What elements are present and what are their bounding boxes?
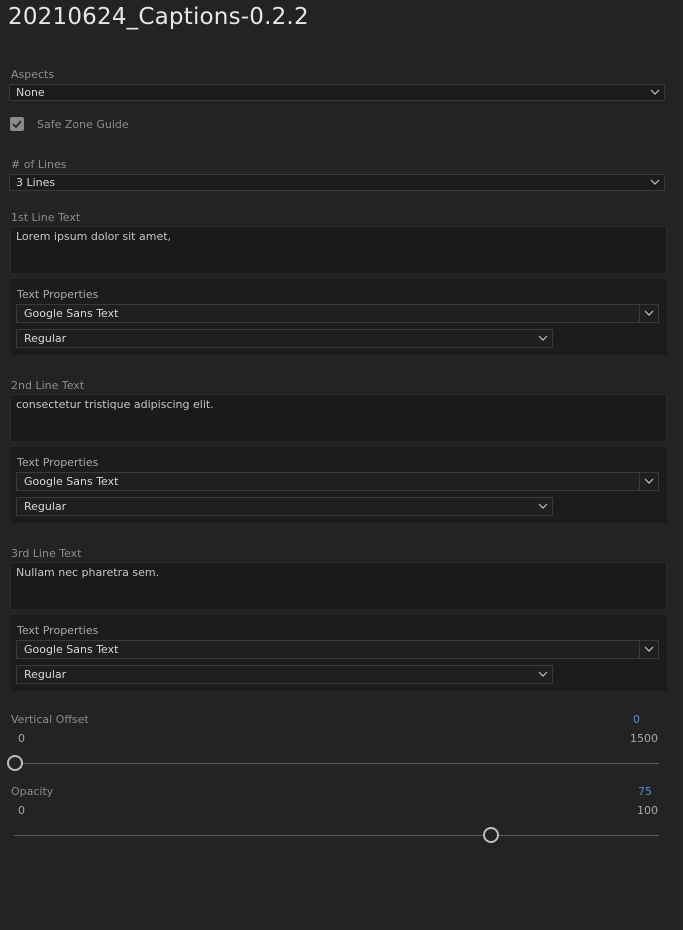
line1-text-input[interactable]: Lorem ipsum dolor sit amet, (10, 226, 667, 274)
chevron-down-icon (538, 498, 548, 515)
line3-text-input[interactable]: Nullam nec pharetra sem. (10, 562, 667, 610)
opacity-min: 0 (18, 804, 25, 817)
line2-props-title: Text Properties (17, 456, 99, 469)
chevron-down-icon (538, 666, 548, 683)
chevron-down-icon (644, 473, 654, 490)
chevron-down-icon (644, 641, 654, 658)
safe-zone-label: Safe Zone Guide (37, 118, 129, 131)
vertical-offset-label: Vertical Offset (11, 713, 89, 726)
line3-font-value: Google Sans Text (24, 643, 119, 656)
vertical-offset-slider-thumb[interactable] (7, 755, 23, 771)
line1-style-value: Regular (24, 332, 67, 345)
aspects-select[interactable]: None (9, 84, 665, 101)
line3-style-select[interactable]: Regular (16, 665, 553, 684)
line2-style-value: Regular (24, 500, 67, 513)
chevron-down-icon (650, 85, 660, 100)
line2-label: 2nd Line Text (11, 379, 85, 392)
opacity-max: 100 (637, 804, 658, 817)
aspects-label: Aspects (11, 68, 55, 81)
chevron-down-icon (650, 175, 660, 190)
line2-text-properties: Text Properties Google Sans Text Regular (10, 447, 667, 523)
lines-value: 3 Lines (16, 176, 56, 189)
opacity-label: Opacity (11, 785, 54, 798)
line2-style-select[interactable]: Regular (16, 497, 553, 516)
line2-text-input[interactable]: consectetur tristique adipiscing elit. (10, 394, 667, 442)
chevron-down-icon (538, 330, 548, 347)
app-title: 20210624_Captions-0.2.2 (8, 4, 309, 30)
vertical-offset-value[interactable]: 0 (633, 713, 640, 726)
chevron-down-icon (644, 305, 654, 322)
line1-style-select[interactable]: Regular (16, 329, 553, 348)
line3-text-properties: Text Properties Google Sans Text Regular (10, 615, 667, 691)
opacity-slider-thumb[interactable] (482, 827, 499, 843)
opacity-track[interactable] (14, 835, 659, 836)
line1-label: 1st Line Text (11, 211, 81, 224)
line3-font-select[interactable]: Google Sans Text (16, 640, 659, 659)
line2-font-select[interactable]: Google Sans Text (16, 472, 659, 491)
safe-zone-checkbox[interactable] (10, 117, 24, 131)
line1-font-select[interactable]: Google Sans Text (16, 304, 659, 323)
line1-font-value: Google Sans Text (24, 307, 119, 320)
vertical-offset-max: 1500 (630, 732, 658, 745)
aspects-value: None (16, 86, 45, 99)
divider (639, 473, 640, 490)
lines-label: # of Lines (11, 158, 67, 171)
line3-props-title: Text Properties (17, 624, 99, 637)
line2-font-value: Google Sans Text (24, 475, 119, 488)
vertical-offset-track[interactable] (14, 763, 659, 764)
opacity-value[interactable]: 75 (638, 785, 652, 798)
lines-select[interactable]: 3 Lines (9, 174, 665, 191)
divider (639, 641, 640, 658)
line3-label: 3rd Line Text (11, 547, 82, 560)
line3-style-value: Regular (24, 668, 67, 681)
vertical-offset-min: 0 (18, 732, 25, 745)
line1-props-title: Text Properties (17, 288, 99, 301)
divider (639, 305, 640, 322)
line1-text-properties: Text Properties Google Sans Text Regular (10, 279, 667, 355)
checkmark-icon (12, 120, 22, 129)
